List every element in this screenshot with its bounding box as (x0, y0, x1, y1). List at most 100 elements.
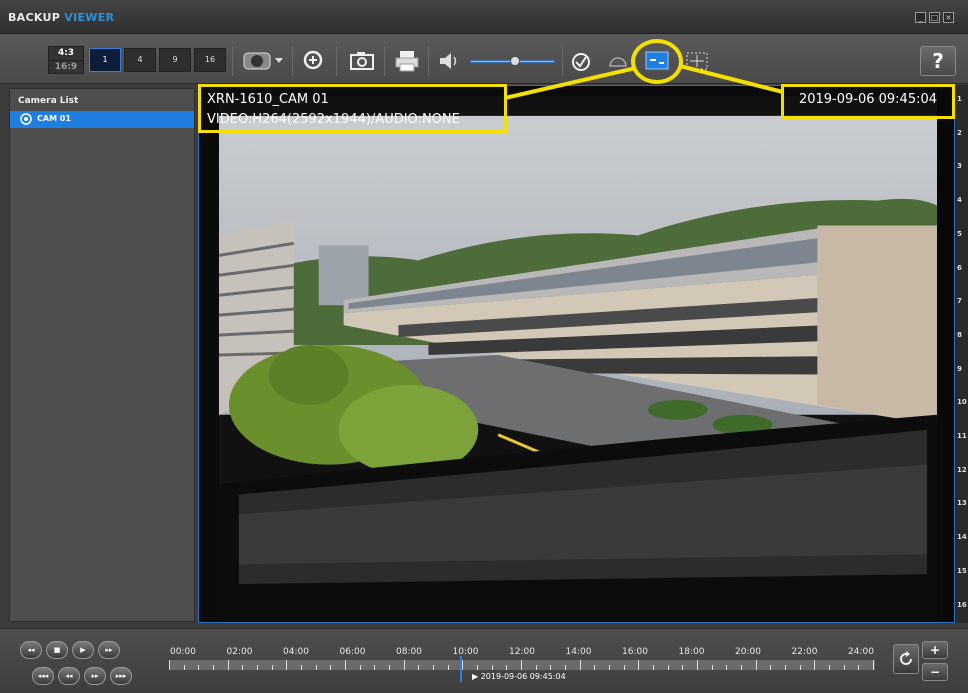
hour-mark: 5 (957, 229, 962, 238)
timeline-tick (609, 665, 610, 670)
mute-button[interactable] (436, 48, 464, 74)
playback-bar: ◂◂ ■ ▶ ▸▸ ◂◂◂ ◂◂ ▸▸ ▸▸▸ ▶ 2019-09-06 09:… (0, 628, 968, 693)
timeline-tick (183, 665, 185, 670)
minimize-button[interactable]: _ (915, 12, 926, 23)
timeline-tick-label: 22:00 (791, 647, 818, 657)
highlight-circle (631, 39, 683, 84)
hour-mark: 9 (957, 364, 962, 373)
close-button[interactable]: × (943, 12, 954, 23)
help-button[interactable]: ? (920, 46, 956, 76)
timeline-tick (213, 665, 214, 670)
camera-list-title: Camera List (18, 96, 79, 106)
hour-mark: 7 (957, 297, 962, 306)
toolbar-divider (336, 46, 337, 76)
video-frame-image (199, 86, 954, 622)
hour-mark: 16 (957, 600, 967, 609)
timeline-tick (594, 665, 596, 670)
fullscreen-button[interactable] (683, 48, 711, 74)
snapshot-button[interactable] (346, 48, 378, 74)
layout-9-button[interactable]: 9 (159, 48, 191, 72)
timeline-tick (873, 660, 874, 670)
zoom-in-timeline-button[interactable]: + (922, 641, 948, 659)
fast-forward-button[interactable]: ▸▸ (84, 667, 106, 685)
sequence-dropdown-button[interactable] (241, 48, 285, 74)
timeline-tick-label: 16:00 (622, 647, 648, 657)
aspect-ratio-toggle[interactable]: 4:3 16:9 (48, 46, 84, 74)
timeline-tick (755, 660, 757, 670)
timeline-tick (814, 660, 816, 670)
timeline-tick-label: 20:00 (735, 647, 761, 657)
timestamp-overlay: 2019-09-06 09:45:04 (781, 84, 955, 119)
camera-list-panel: Camera List CAM 01 (9, 88, 195, 622)
print-button[interactable] (392, 48, 422, 74)
timeline-tick (711, 665, 713, 670)
timeline-tick (550, 665, 552, 670)
toolbar-divider (384, 46, 385, 76)
timeline-tick (843, 665, 845, 670)
timeline-tick (389, 665, 390, 670)
hour-mark: 1 (957, 95, 962, 103)
step-back-button[interactable]: ◂◂ (20, 641, 42, 659)
timeline-playhead[interactable] (460, 656, 463, 682)
hour-mark: 10 (957, 398, 967, 407)
timeline-tick-label: 06:00 (339, 647, 366, 657)
timeline-tick (359, 665, 361, 670)
zoom-out-timeline-button[interactable]: − (922, 663, 948, 681)
camera-item-label: CAM 01 (37, 114, 71, 123)
step-forward-button[interactable]: ▸▸ (98, 641, 120, 659)
timeline-tick (403, 660, 405, 670)
zoom-button[interactable] (300, 48, 328, 74)
sequence-icon (243, 52, 283, 70)
timeline-tick-label: 14:00 (565, 647, 592, 657)
timeline-tick (491, 665, 493, 670)
timeline-tick (726, 665, 728, 670)
verify-button[interactable] (568, 48, 594, 74)
timeline-tick (697, 660, 698, 670)
hour-mark: 3 (957, 162, 962, 171)
video-viewport[interactable] (198, 85, 955, 623)
layout-1-button[interactable]: 1 (89, 48, 121, 72)
layout-16-button[interactable]: 16 (194, 48, 226, 72)
timeline-tick (330, 665, 332, 670)
timeline-tick (535, 665, 537, 670)
maximize-button[interactable]: □ (929, 12, 940, 23)
sync-button[interactable] (893, 644, 919, 674)
timestamp-label: 2019-09-06 09:45:04 (798, 92, 938, 107)
timeline-tick (682, 665, 684, 670)
timeline-tick (301, 665, 302, 670)
timeline-tick (741, 665, 742, 670)
timeline-tick-label: 02:00 (226, 647, 253, 657)
cctv-camera-icon (20, 113, 32, 125)
hour-mark: 6 (957, 263, 962, 272)
timeline-tick (345, 660, 346, 670)
timeline-track[interactable] (168, 659, 876, 671)
codec-info-label: VIDEO:H264(2592x1944)/AUDIO:NONE (207, 112, 460, 127)
speaker-icon (440, 53, 457, 69)
timeline-tick (579, 660, 581, 670)
camera-list-item[interactable]: CAM 01 (10, 111, 194, 128)
volume-slider-handle[interactable] (510, 56, 520, 66)
aspect-4-3-option[interactable]: 4:3 (49, 47, 83, 60)
timeline-tick (799, 665, 801, 670)
timeline-tick (858, 665, 860, 670)
timeline-tick-label: 18:00 (678, 647, 705, 657)
timeline-tick (271, 665, 273, 670)
timeline-tick (770, 665, 772, 670)
dome-icon (609, 57, 627, 67)
play-button[interactable]: ▶ (72, 641, 94, 659)
fisheye-button[interactable] (606, 48, 630, 74)
last-frame-button[interactable]: ▸▸▸ (110, 667, 132, 685)
stop-button[interactable]: ■ (46, 641, 68, 659)
aspect-16-9-option[interactable]: 16:9 (49, 60, 83, 73)
layout-4-button[interactable]: 4 (124, 48, 156, 72)
first-frame-button[interactable]: ◂◂◂ (32, 667, 54, 685)
hour-mark: 2 (957, 128, 962, 137)
toolbar-divider (232, 46, 233, 76)
rewind-button[interactable]: ◂◂ (58, 667, 80, 685)
signature-check-icon (572, 53, 590, 71)
zoom-in-icon (303, 50, 323, 70)
toolbar-divider (428, 46, 429, 76)
hour-mark: 4 (957, 196, 962, 205)
playhead-time-label: ▶ 2019-09-06 09:45:04 (472, 672, 566, 681)
hour-mark: 15 (957, 566, 967, 575)
